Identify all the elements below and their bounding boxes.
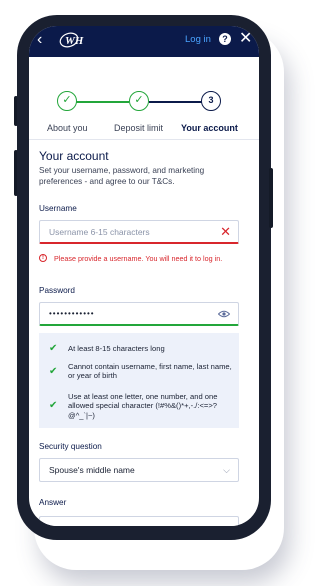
username-placeholder: Username 6-15 characters — [49, 227, 150, 237]
clear-icon[interactable]: ✕ — [220, 221, 231, 243]
step-connector-complete — [76, 101, 129, 103]
password-label: Password — [39, 286, 75, 295]
username-error-text: Please provide a username. You will need… — [54, 254, 223, 263]
step-label-about-you: About you — [47, 123, 88, 133]
password-rules: ✔ At least 8-15 characters long ✔ Cannot… — [39, 333, 239, 428]
answer-label: Answer — [39, 498, 67, 507]
logo-text: WH — [65, 35, 84, 47]
login-link[interactable]: Log in — [185, 34, 211, 45]
password-rule-text: Use at least one letter, one number, and… — [68, 392, 218, 420]
back-arrow-icon[interactable]: ‹ — [37, 32, 51, 48]
error-icon: ! — [39, 254, 47, 262]
account-form: Your account Set your username, password… — [29, 140, 259, 526]
security-question-value: Spouse's middle name — [49, 465, 135, 475]
step-connector-current — [149, 101, 203, 103]
top-bar: ‹ WH Log in ? ✕ — [29, 26, 259, 57]
password-rule-text: At least 8-15 characters long — [68, 344, 165, 353]
checkmark-icon: ✔ — [49, 400, 58, 411]
chevron-down-icon: ⌵ — [223, 465, 230, 475]
password-input[interactable]: •••••••••••• — [39, 302, 239, 326]
username-input[interactable]: Username 6-15 characters ✕ — [39, 220, 239, 244]
step-1-check-icon: ✓ — [57, 91, 77, 111]
page-title: Your account — [39, 149, 109, 163]
checkmark-icon: ✔ — [49, 343, 58, 354]
security-question-label: Security question — [39, 442, 102, 451]
phone-screen: ‹ WH Log in ? ✕ ✓ ✓ 3 About you Deposit … — [29, 26, 259, 526]
brand-logo: WH — [59, 32, 84, 48]
step-label-deposit-limit: Deposit limit — [114, 123, 164, 133]
close-icon[interactable]: ✕ — [239, 30, 252, 48]
password-rule-text: Cannot contain username, first name, las… — [68, 362, 232, 381]
password-value: •••••••••••• — [49, 309, 95, 318]
checkmark-icon: ✔ — [49, 366, 58, 377]
security-question-select[interactable]: Spouse's middle name ⌵ — [39, 458, 239, 482]
step-3-number: 3 — [201, 91, 221, 111]
step-2-check-icon: ✓ — [129, 91, 149, 111]
phone-power-button — [269, 168, 273, 228]
show-password-eye-icon[interactable] — [218, 310, 230, 318]
answer-input[interactable] — [39, 516, 239, 526]
step-label-your-account: Your account — [181, 123, 238, 133]
username-label: Username — [39, 204, 77, 213]
help-icon[interactable]: ? — [219, 33, 231, 45]
progress-stepper: ✓ ✓ 3 About you Deposit limit Your accou… — [29, 57, 259, 140]
page-subtitle: Set your username, password, and marketi… — [39, 166, 205, 186]
